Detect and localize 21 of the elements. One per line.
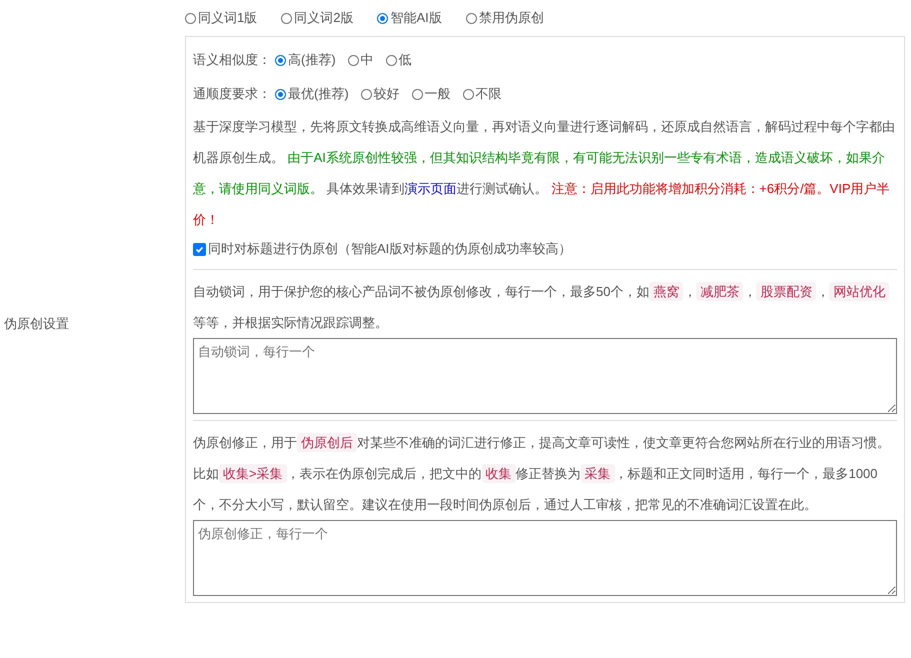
radio-option[interactable]: 中 bbox=[348, 51, 374, 69]
setting-label: 语义相似度： bbox=[193, 51, 271, 69]
radio-option[interactable]: 低 bbox=[386, 51, 412, 69]
radio-option[interactable]: 较好 bbox=[360, 85, 400, 103]
demo-link[interactable]: 演示页面 bbox=[404, 181, 457, 196]
input-field[interactable]: 伪原创修正，每行一个 bbox=[193, 520, 897, 596]
radio-option[interactable]: 高(推荐) bbox=[275, 51, 336, 69]
radio-option[interactable]: 同义词2版 bbox=[281, 9, 354, 27]
radio-option[interactable]: 禁用伪原创 bbox=[466, 9, 544, 27]
radio-option[interactable]: 同义词1版 bbox=[185, 9, 258, 27]
title-checkbox[interactable]: 同时对标题进行伪原创（智能AI版对标题的伪原创成功率较高） bbox=[193, 235, 897, 263]
section-label: 伪原创设置 bbox=[4, 315, 69, 333]
description-text: 基于深度学习模型，先将原文转换成高维语义向量，再对语义向量进行逐词解码，还原成自然语言，解码过程中每个字都由机器原创生成。 由于AI系统原创性较强，但其知识结构毕竟有限，有可能无法识别一些专有术语，造成语义破坏，如果介意，请使用同义词版。 具体效果请到演示页面进行测试确认。 注意：启用此功能将增加积分消耗：+6积分/篇。VIP用户半价！ bbox=[193, 118, 896, 229]
radio-option[interactable]: 智能AI版 bbox=[377, 9, 442, 27]
radio-option[interactable]: 最优(推荐) bbox=[275, 85, 349, 103]
radio-option[interactable]: 不限 bbox=[462, 85, 502, 103]
setting-label: 通顺度要求： bbox=[193, 85, 271, 103]
description-text: 伪原创修正，用于 伪原创后 对某些不准确的词汇进行修正，提高文章可读性，使文章更符合您网站所在行业的用语习惯。比如 收集>采集 ，表示在伪原创完成后，把文中的 收集 修正替换为 采集 ，标题和正文同时适用，每行一个，最多1000个，不分大小写，默认留空。建议在使用一段时间伪原创后，通过人工审核，把常见的不准确词汇设置在此。 bbox=[193, 432, 891, 514]
radio-option[interactable]: 一般 bbox=[412, 85, 451, 103]
description-text: 自动锁词，用于保护您的核心产品词不被伪原创修改，每行一个，最多50个，如 燕窝 ， 减肥茶 ， 股票配资 ， 网站优化 等等，并根据实际情况跟踪调整。 bbox=[193, 276, 897, 338]
input-field[interactable]: 自动锁词，每行一个 bbox=[193, 338, 897, 414]
